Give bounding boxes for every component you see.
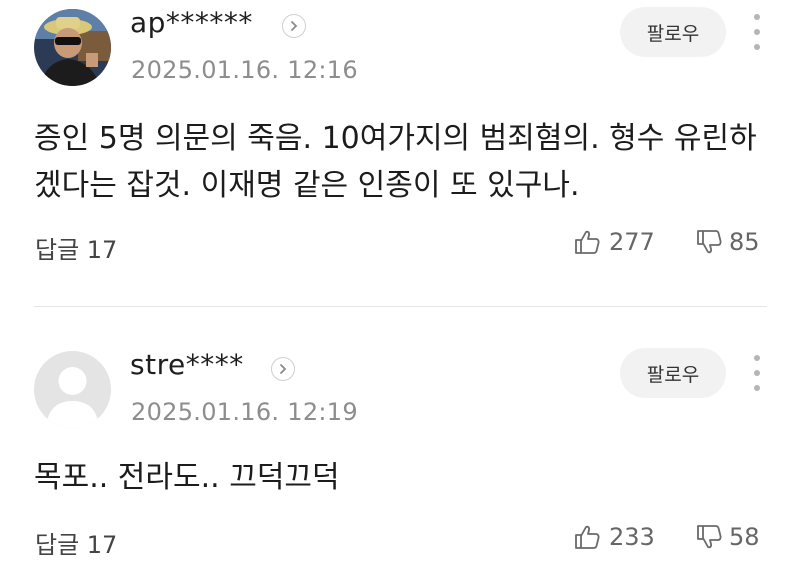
comment-item: ap****** 2025.01.16. 12:16 팔로우 증인 5명 의문의… (0, 0, 800, 306)
comment-body: 증인 5명 의문의 죽음. 10여가지의 범죄혐의. 형수 유린하겠다는 잡것.… (34, 121, 757, 203)
dislike-button[interactable]: 58 (695, 523, 760, 551)
thumbs-down-icon (697, 230, 722, 254)
like-button[interactable]: 233 (573, 523, 655, 551)
thumbs-down-icon (697, 525, 722, 549)
comment-date: 2025.01.16. 12:16 (131, 56, 358, 84)
dislike-button[interactable]: 85 (695, 228, 760, 256)
chevron-right-icon[interactable] (282, 14, 306, 38)
comment-date: 2025.01.16. 12:19 (131, 398, 358, 426)
avatar[interactable] (34, 351, 111, 428)
dislike-count: 85 (729, 228, 760, 256)
like-count: 233 (609, 523, 655, 551)
username[interactable]: stre**** (130, 348, 244, 381)
follow-button[interactable]: 팔로우 (620, 348, 726, 398)
username[interactable]: ap****** (130, 6, 253, 39)
follow-button[interactable]: 팔로우 (620, 7, 726, 57)
like-count: 277 (609, 228, 655, 256)
comment-body: 목포.. 전라도.. 끄덕끄덕 (34, 460, 340, 495)
more-vertical-icon[interactable] (745, 351, 769, 395)
more-vertical-icon[interactable] (745, 10, 769, 54)
reply-button[interactable]: 답글 17 (35, 230, 117, 265)
reply-button[interactable]: 답글 17 (35, 525, 117, 560)
like-button[interactable]: 277 (573, 228, 655, 256)
chevron-right-icon[interactable] (271, 357, 295, 381)
thumbs-up-icon (575, 230, 600, 254)
dislike-count: 58 (729, 523, 760, 551)
comment-item: stre**** 2025.01.16. 12:19 팔로우 목포.. 전라도.… (0, 307, 800, 572)
thumbs-up-icon (575, 525, 600, 549)
avatar[interactable] (34, 9, 111, 86)
